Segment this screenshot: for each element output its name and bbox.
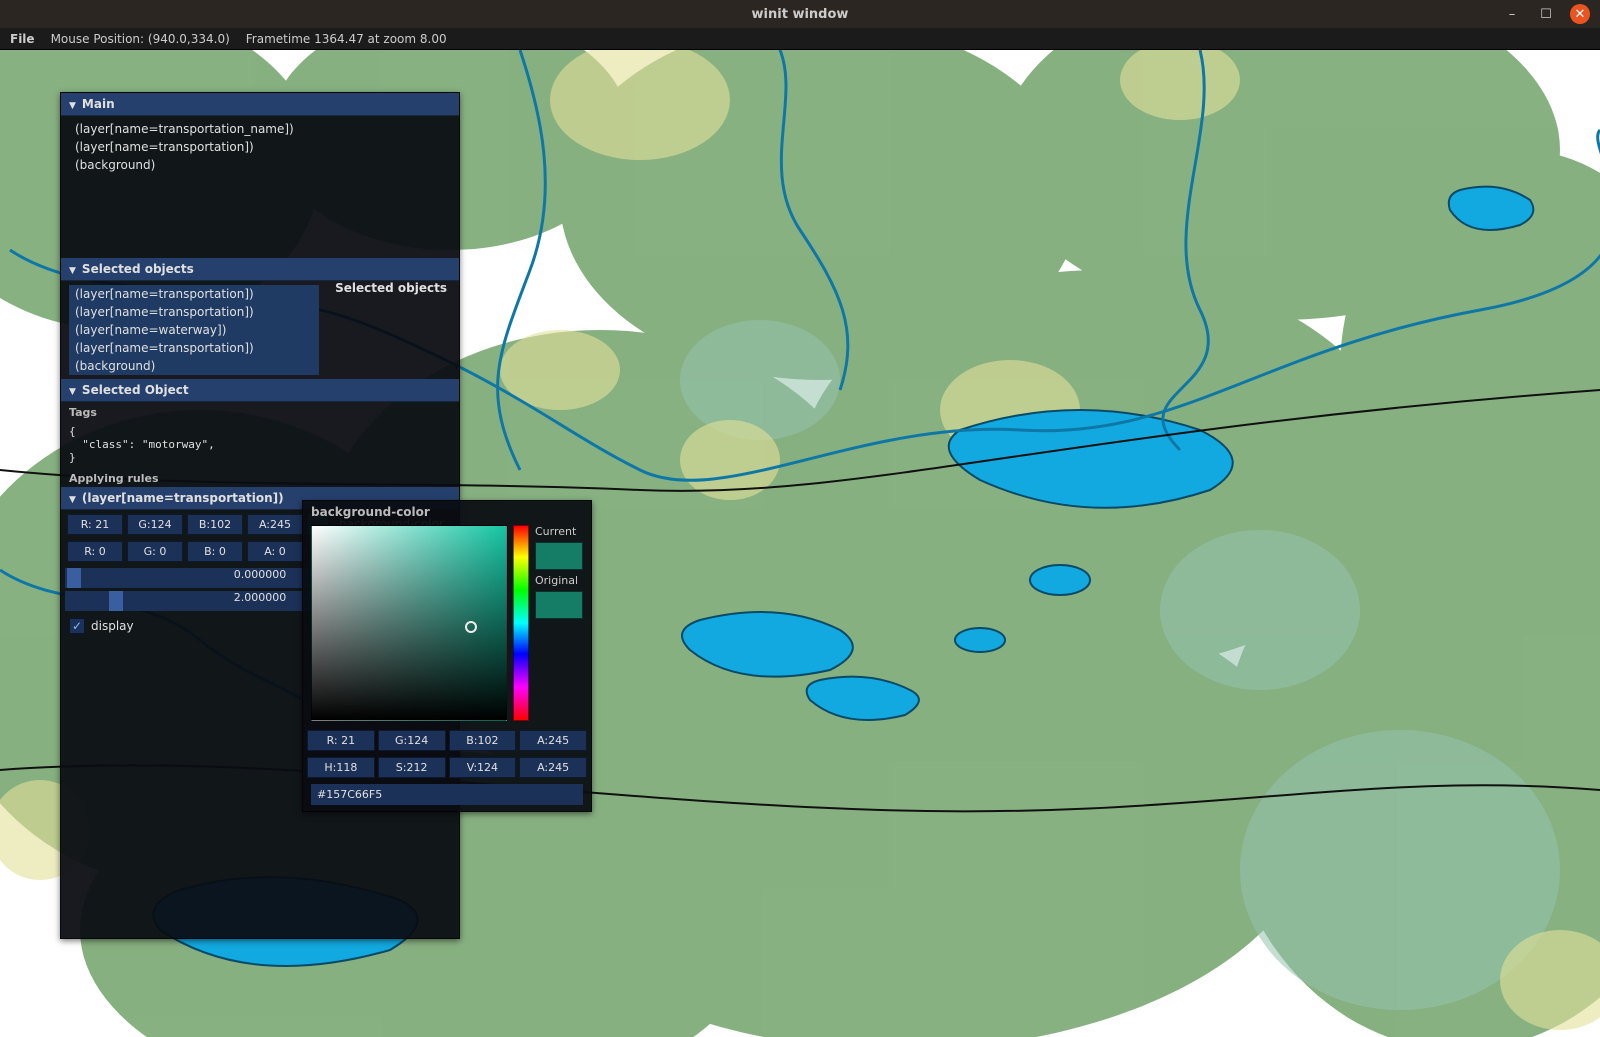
status-mouse-position: Mouse Position: (940.0,334.0) [51,32,230,46]
panel-color-picker: background-color Current Original R: 21 … [302,500,592,812]
rgba-a-input[interactable]: A: 0 [247,541,303,562]
list-item[interactable]: (layer[name=transportation]) [69,285,319,303]
display-label: display [91,619,134,633]
picker-a-input[interactable]: A:245 [519,730,587,751]
window-title: winit window [752,7,849,22]
chevron-down-icon [69,262,76,276]
picker-a2-input[interactable]: A:245 [519,757,587,778]
selected-object-title: Selected Object [82,383,189,397]
rgba-r-input[interactable]: R: 21 [67,514,123,535]
window-titlebar: winit window – ☐ ✕ [0,0,1600,28]
selected-objects-side-label: Selected objects [335,281,447,295]
list-item[interactable]: (layer[name=waterway]) [69,321,319,339]
rgba-g-input[interactable]: G:124 [127,514,183,535]
picker-hsva-row: H:118 S:212 V:124 A:245 [303,754,591,781]
original-swatch-label: Original [535,574,595,587]
chevron-down-icon [69,491,76,505]
tags-body: { "class": "motorway", } [61,421,459,468]
maximize-button[interactable]: ☐ [1536,4,1556,24]
list-item[interactable]: (layer[name=transportation]) [69,303,319,321]
selected-object-header[interactable]: Selected Object [61,379,459,402]
picker-g-input[interactable]: G:124 [378,730,446,751]
applying-rules-label: Applying rules [61,468,459,487]
rgba-r-input[interactable]: R: 0 [67,541,123,562]
main-section-header[interactable]: Main [61,93,459,116]
picker-s-input[interactable]: S:212 [378,757,446,778]
picker-r-input[interactable]: R: 21 [307,730,375,751]
picker-b-input[interactable]: B:102 [449,730,517,751]
original-color-swatch[interactable] [535,591,583,619]
list-item[interactable]: (layer[name=transportation]) [69,138,451,156]
minimize-button[interactable]: – [1502,4,1522,24]
picker-v-input[interactable]: V:124 [449,757,517,778]
color-picker-title: background-color [303,501,591,521]
selected-objects-header[interactable]: Selected objects [61,258,459,281]
layer-rule-title: (layer[name=transportation]) [82,491,284,505]
current-color-swatch [535,542,583,570]
current-swatch-label: Current [535,525,595,538]
chevron-down-icon [69,97,76,111]
hue-slider[interactable] [513,525,529,721]
rgba-a-input[interactable]: A:245 [247,514,303,535]
close-button[interactable]: ✕ [1570,4,1590,24]
chevron-down-icon [69,383,76,397]
selected-objects-title: Selected objects [82,262,194,276]
menubar: File Mouse Position: (940.0,334.0) Frame… [0,28,1600,50]
display-checkbox[interactable]: ✓ [69,618,85,634]
menu-file[interactable]: File [10,32,35,46]
list-item[interactable]: (background) [69,156,451,174]
rgba-b-input[interactable]: B: 0 [187,541,243,562]
main-items-list: (layer[name=transportation_name]) (layer… [61,116,459,258]
list-item[interactable]: (layer[name=transportation_name]) [69,120,451,138]
tags-label: Tags [61,402,459,421]
rgba-b-input[interactable]: B:102 [187,514,243,535]
list-item[interactable]: (background) [69,357,319,375]
main-section-title: Main [82,97,115,111]
selected-objects-list: Selected objects (layer[name=transportat… [61,281,459,379]
status-frametime: Frametime 1364.47 at zoom 8.00 [246,32,447,46]
picker-hex-input[interactable]: #157C66F5 [311,784,583,805]
list-item[interactable]: (layer[name=transportation]) [69,339,319,357]
picker-rgba-row: R: 21 G:124 B:102 A:245 [303,727,591,754]
sv-picker-area[interactable] [311,525,507,721]
rgba-g-input[interactable]: G: 0 [127,541,183,562]
picker-h-input[interactable]: H:118 [307,757,375,778]
